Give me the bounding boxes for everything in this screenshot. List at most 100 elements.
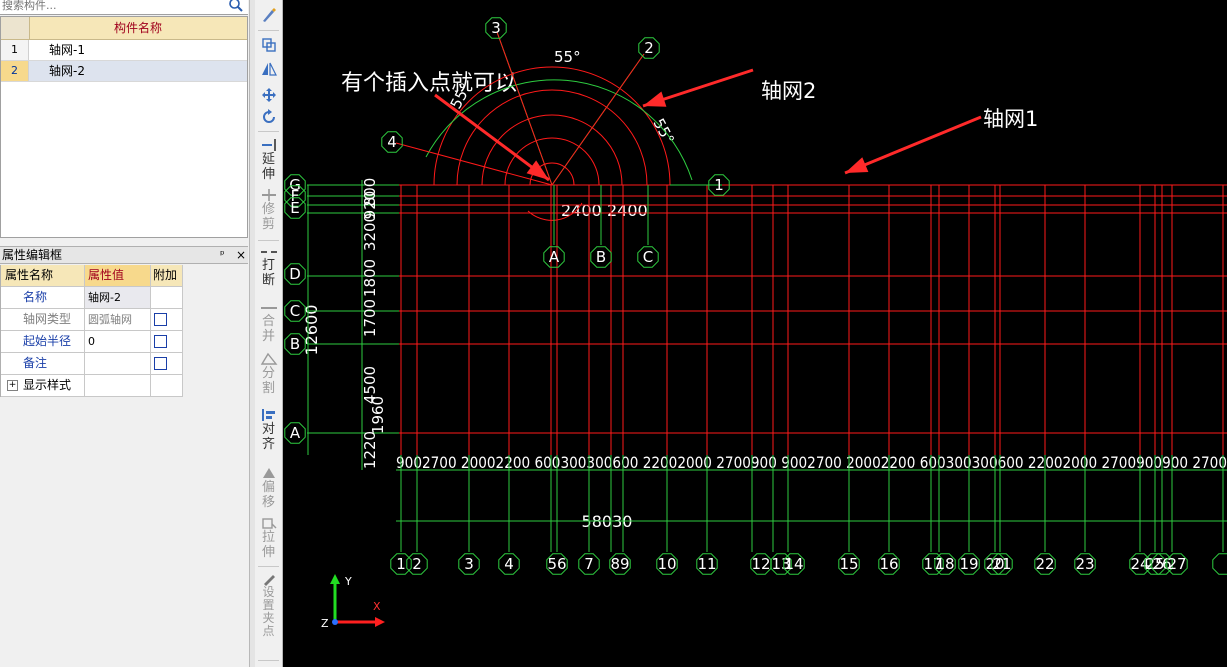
brush-tool-button[interactable] [257,6,280,24]
attach-checkbox[interactable] [154,313,167,326]
property-value-input[interactable]: 0 [85,331,151,352]
property-label-cell: + 显示样式 [1,375,85,396]
radial-axis-label: C [643,248,653,266]
extend-tool-button[interactable]: 延伸 [257,138,280,182]
bottom-axis-label: 27 [1167,555,1186,573]
stretch-icon [261,518,276,529]
component-list-header: 构件名称 [1,17,247,40]
property-panel-titlebar: 属性编辑框 ᵖ × [0,246,248,264]
property-row-name: 名称 轴网-2 [1,287,183,309]
angle-dimension: 55° [554,48,581,66]
split-icon [260,352,277,365]
component-name: 轴网-1 [49,43,85,57]
ucs-z-label: Z [321,617,329,630]
grid2-annotation: 轴网2 [761,79,816,103]
arc-axis-label: 4 [387,133,397,151]
trim-label: 修剪 [261,202,275,232]
property-extra-column-header: 附加 [151,265,183,286]
property-value-column-header: 属性值 [85,265,151,286]
property-label: 名称 [1,287,85,308]
align-tool-button[interactable]: 对齐 [257,408,280,452]
property-extra-cell [151,287,183,308]
row-index: 1 [1,40,29,60]
left-axis-label: C [290,302,300,320]
grid1-annotation: 轴网1 [983,107,1038,131]
bottom-axis-label: 10 [657,555,676,573]
offset-tool-button[interactable]: 偏移 [257,466,280,510]
property-name-column-header: 属性名称 [1,265,85,286]
radial-axis-label: B [596,248,606,266]
pin-icon[interactable]: ᵖ [220,247,225,263]
rotate-icon [262,109,275,123]
property-value-input[interactable]: 轴网-2 [85,287,151,308]
grid1-arrow-head [845,157,869,173]
left-axis-label: B [290,335,300,353]
left-dimension-text: 1700 [361,299,379,337]
break-icon [260,251,277,253]
mirror-icon [261,62,277,76]
break-tool-button[interactable]: 打断 [257,246,280,288]
component-search-input[interactable] [2,0,222,13]
copy-icon [261,38,276,52]
property-value-input[interactable] [85,353,151,374]
radial-dimension: 2400 [607,201,648,220]
property-extra-cell [151,353,183,374]
stretch-label: 拉伸 [261,530,275,560]
component-name-column-header[interactable]: 构件名称 [29,17,247,39]
bottom-axis-label: 7 [584,555,594,573]
drawing-canvas[interactable]: 有个插入点就可以 轴网2 轴网1 58030 9002700 20002200 … [283,0,1227,667]
close-icon[interactable]: × [236,247,246,263]
component-row[interactable]: 1 轴网-1 [1,40,247,61]
align-icon [261,409,275,421]
property-value: 圆弧轴网 [85,309,151,330]
property-extra-cell [151,309,183,330]
bottom-axis-label: 1 [396,555,406,573]
copy-tool-button[interactable] [257,36,280,54]
extend-icon [261,139,276,151]
bottom-axis-partial-bubble [1212,553,1227,575]
property-value [85,375,151,396]
property-row-display-style: + 显示样式 [1,375,183,397]
row-index: 2 [1,61,29,81]
search-icon[interactable] [228,0,244,13]
arc-axis-label: 1 [714,176,724,194]
offset-label: 偏移 [261,480,275,510]
bottom-axis-label: 3 [464,555,474,573]
attach-checkbox[interactable] [154,357,167,370]
bottom-axis-label: 12 [751,555,770,573]
offset-icon [262,468,275,478]
property-row-remark: 备注 [1,353,183,375]
grid2-radial-line [551,53,645,186]
merge-label: 合并 [261,314,275,344]
split-tool-button[interactable]: 分割 [257,352,280,396]
stretch-tool-button[interactable]: 拉伸 [257,516,280,560]
grip-tool-button[interactable]: 设置夹点 [257,572,280,638]
row-selector-corner[interactable] [1,17,30,39]
bottom-axis-label: 89 [610,555,629,573]
property-grid-header: 属性名称 属性值 附加 [1,265,183,287]
left-axis-label: D [289,265,301,283]
left-dimension-text: 1800 [361,259,379,297]
mirror-tool-button[interactable] [257,60,280,78]
grid2-arc-line [481,114,623,186]
cad-drawing[interactable]: 有个插入点就可以 轴网2 轴网1 58030 9002700 20002200 … [283,0,1227,667]
move-icon [261,88,276,102]
toolbar-separator [258,30,279,31]
toolbar-separator [258,660,279,661]
merge-tool-button[interactable]: 合并 [257,302,280,344]
expand-icon[interactable]: + [7,380,18,391]
insert-point-annotation: 有个插入点就可以 [341,71,517,96]
property-panel-title: 属性编辑框 [2,248,63,262]
component-row-selected[interactable]: 2 轴网-2 [1,61,247,82]
property-label: 轴网类型 [1,309,85,330]
attach-checkbox[interactable] [154,335,167,348]
bottom-axis-label: 18 [935,555,954,573]
rotate-tool-button[interactable] [257,108,280,126]
move-tool-button[interactable] [257,86,280,104]
brush-icon [262,8,276,22]
grip-label: 设置夹点 [262,585,275,638]
left-axis-label: E [290,199,299,217]
property-row-grid-type: 轴网类型 圆弧轴网 [1,309,183,331]
trim-tool-button[interactable]: 修剪 [257,188,280,232]
left-axis-label: A [290,424,301,442]
